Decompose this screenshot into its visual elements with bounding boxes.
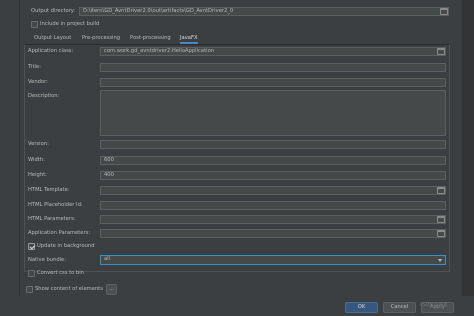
application-class-field[interactable]: com.work.gd_avntdriver2.HelloApplication xyxy=(100,47,446,56)
convert-css-checkbox[interactable] xyxy=(28,270,35,277)
folder-icon[interactable] xyxy=(437,230,445,237)
update-in-background-checkbox[interactable] xyxy=(28,243,35,250)
include-in-build-label: Include in project build xyxy=(40,21,100,27)
description-label: Description: xyxy=(28,93,60,99)
html-placeholder-field[interactable] xyxy=(100,201,446,210)
application-parameters-field[interactable] xyxy=(100,229,446,238)
application-parameters-label: Application Parameters: xyxy=(28,230,91,236)
more-button[interactable]: ... xyxy=(106,284,117,295)
output-directory-label: Output directory: xyxy=(31,8,76,14)
tab-post-processing[interactable]: Post-processing xyxy=(130,34,171,44)
native-bundle-label: Native bundle: xyxy=(28,257,66,263)
update-in-background-label: Update in background xyxy=(37,243,95,249)
chevron-down-icon xyxy=(438,259,442,262)
tab-javafx[interactable]: JavaFX xyxy=(180,34,198,44)
vendor-label: Vendor: xyxy=(28,79,48,85)
right-side-strip xyxy=(462,0,474,316)
application-class-label: Application class: xyxy=(28,48,74,54)
folder-icon[interactable] xyxy=(437,216,445,223)
version-field[interactable] xyxy=(100,140,446,149)
html-parameters-field[interactable] xyxy=(100,215,446,224)
tab-output-layout[interactable]: Output Layout xyxy=(34,34,71,44)
output-directory-field[interactable]: D:\itern\GD_AvntDriver2.0\out\artifacts\… xyxy=(79,7,449,16)
show-content-label: Show content of elements xyxy=(35,286,103,292)
ok-button[interactable]: OK xyxy=(345,302,378,313)
folder-icon[interactable] xyxy=(440,8,448,15)
html-template-label: HTML Template: xyxy=(28,187,70,193)
folder-icon[interactable] xyxy=(437,187,445,194)
tab-pre-processing[interactable]: Pre-processing xyxy=(82,34,120,44)
width-label: Width: xyxy=(28,157,45,163)
version-label: Version: xyxy=(28,141,49,147)
html-placeholder-label: HTML Placeholder Id: xyxy=(28,202,83,208)
folder-icon[interactable] xyxy=(437,48,445,55)
title-label: Title: xyxy=(28,64,41,70)
html-template-field[interactable] xyxy=(100,186,446,195)
left-side-strip xyxy=(0,0,20,316)
watermark-text: CSDN @逆是 xyxy=(420,303,448,308)
native-bundle-value: all xyxy=(104,256,111,262)
cancel-button[interactable]: Cancel xyxy=(383,302,416,313)
html-parameters-label: HTML Parameters: xyxy=(28,216,76,222)
vendor-field[interactable] xyxy=(100,78,446,87)
include-in-build-checkbox[interactable] xyxy=(31,21,38,28)
description-textarea[interactable] xyxy=(100,90,446,136)
height-label: Height: xyxy=(28,172,47,178)
height-field[interactable]: 400 xyxy=(100,171,446,180)
title-field[interactable] xyxy=(100,63,446,72)
native-bundle-select[interactable]: all xyxy=(100,255,446,265)
convert-css-label: Convert css to bin xyxy=(37,270,84,276)
width-field[interactable]: 600 xyxy=(100,156,446,165)
show-content-checkbox[interactable] xyxy=(26,286,33,293)
